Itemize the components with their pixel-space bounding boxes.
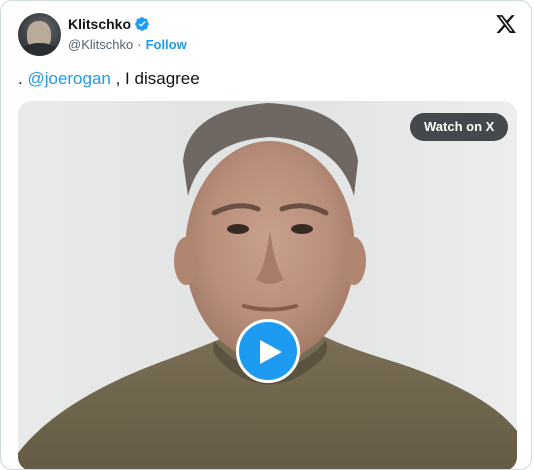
video-player[interactable]: Watch on X	[18, 101, 517, 469]
author-name[interactable]: Klitschko	[68, 16, 131, 32]
video-thumbnail	[18, 101, 517, 469]
verified-badge-icon	[135, 17, 149, 31]
avatar-shoulders	[21, 43, 58, 56]
separator-dot: ·	[137, 37, 142, 52]
x-logo-icon[interactable]	[495, 13, 517, 35]
play-icon	[260, 340, 282, 364]
tweet-card[interactable]: Klitschko @Klitschko · Follow . @joeroga…	[0, 0, 532, 470]
author-handle[interactable]: @Klitschko	[68, 37, 133, 52]
follow-button[interactable]: Follow	[146, 37, 187, 52]
author-handle-row: @Klitschko · Follow	[68, 37, 187, 52]
watch-on-x-button[interactable]: Watch on X	[410, 113, 509, 141]
author-name-row: Klitschko	[68, 15, 150, 33]
avatar[interactable]	[18, 13, 61, 56]
mention-link[interactable]: @joerogan	[27, 69, 110, 88]
tweet-text: . @joerogan , I disagree	[18, 69, 200, 89]
play-button[interactable]	[236, 319, 300, 383]
tweet-text-suffix: , I disagree	[110, 69, 200, 88]
